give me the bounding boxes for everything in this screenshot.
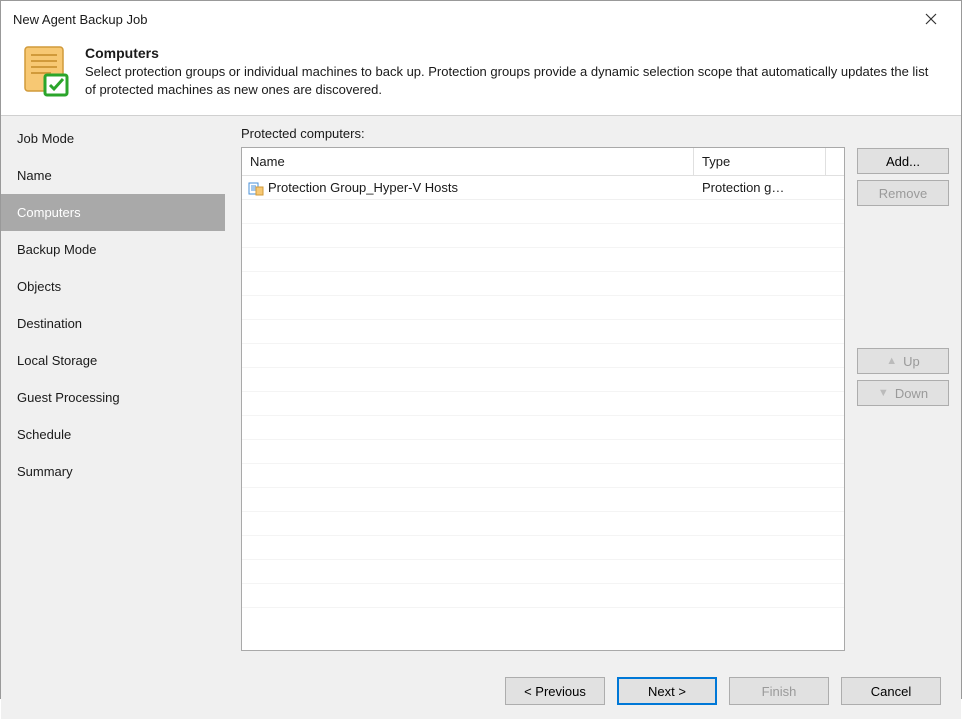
arrow-down-icon: ▼	[878, 387, 889, 399]
cancel-button[interactable]: Cancel	[841, 677, 941, 705]
protected-computers-table: Name Type Protection Group_Hyper-V Ho	[241, 147, 845, 651]
remove-button: Remove	[857, 180, 949, 206]
wizard-footer: < Previous Next > Finish Cancel	[1, 663, 961, 719]
page-description: Select protection groups or individual m…	[85, 63, 941, 99]
wizard-header: Computers Select protection groups or in…	[1, 37, 961, 115]
sidebar-item-summary[interactable]: Summary	[1, 453, 225, 490]
sidebar-item-guest-processing[interactable]: Guest Processing	[1, 379, 225, 416]
finish-button: Finish	[729, 677, 829, 705]
row-name: Protection Group_Hyper-V Hosts	[268, 180, 458, 195]
row-type: Protection g…	[694, 180, 844, 195]
table-header: Name Type	[242, 148, 844, 176]
main-content: Protected computers: Name Type	[225, 116, 961, 663]
wizard-body: Job Mode Name Computers Backup Mode Obje…	[1, 115, 961, 663]
sidebar-item-destination[interactable]: Destination	[1, 305, 225, 342]
sidebar-item-job-mode[interactable]: Job Mode	[1, 120, 225, 157]
sidebar-item-local-storage[interactable]: Local Storage	[1, 342, 225, 379]
protection-group-icon	[248, 180, 264, 196]
up-button: ▲ Up	[857, 348, 949, 374]
sidebar-item-backup-mode[interactable]: Backup Mode	[1, 231, 225, 268]
side-button-panel: Add... Remove ▲ Up ▼ Down	[857, 126, 949, 651]
previous-button[interactable]: < Previous	[505, 677, 605, 705]
sidebar-item-schedule[interactable]: Schedule	[1, 416, 225, 453]
add-button[interactable]: Add...	[857, 148, 949, 174]
close-icon	[925, 13, 937, 25]
column-header-name[interactable]: Name	[242, 148, 694, 175]
table-label: Protected computers:	[241, 126, 845, 141]
sidebar-item-name[interactable]: Name	[1, 157, 225, 194]
titlebar: New Agent Backup Job	[1, 1, 961, 37]
wizard-icon	[21, 45, 69, 97]
arrow-up-icon: ▲	[886, 355, 897, 367]
table-row[interactable]: Protection Group_Hyper-V Hosts Protectio…	[242, 176, 844, 200]
close-button[interactable]	[913, 5, 949, 33]
down-button: ▼ Down	[857, 380, 949, 406]
page-title: Computers	[85, 45, 941, 61]
wizard-steps-sidebar: Job Mode Name Computers Backup Mode Obje…	[1, 116, 225, 663]
sidebar-item-computers[interactable]: Computers	[1, 194, 225, 231]
next-button[interactable]: Next >	[617, 677, 717, 705]
sidebar-item-objects[interactable]: Objects	[1, 268, 225, 305]
column-header-type[interactable]: Type	[694, 148, 826, 175]
window-title: New Agent Backup Job	[13, 12, 147, 27]
